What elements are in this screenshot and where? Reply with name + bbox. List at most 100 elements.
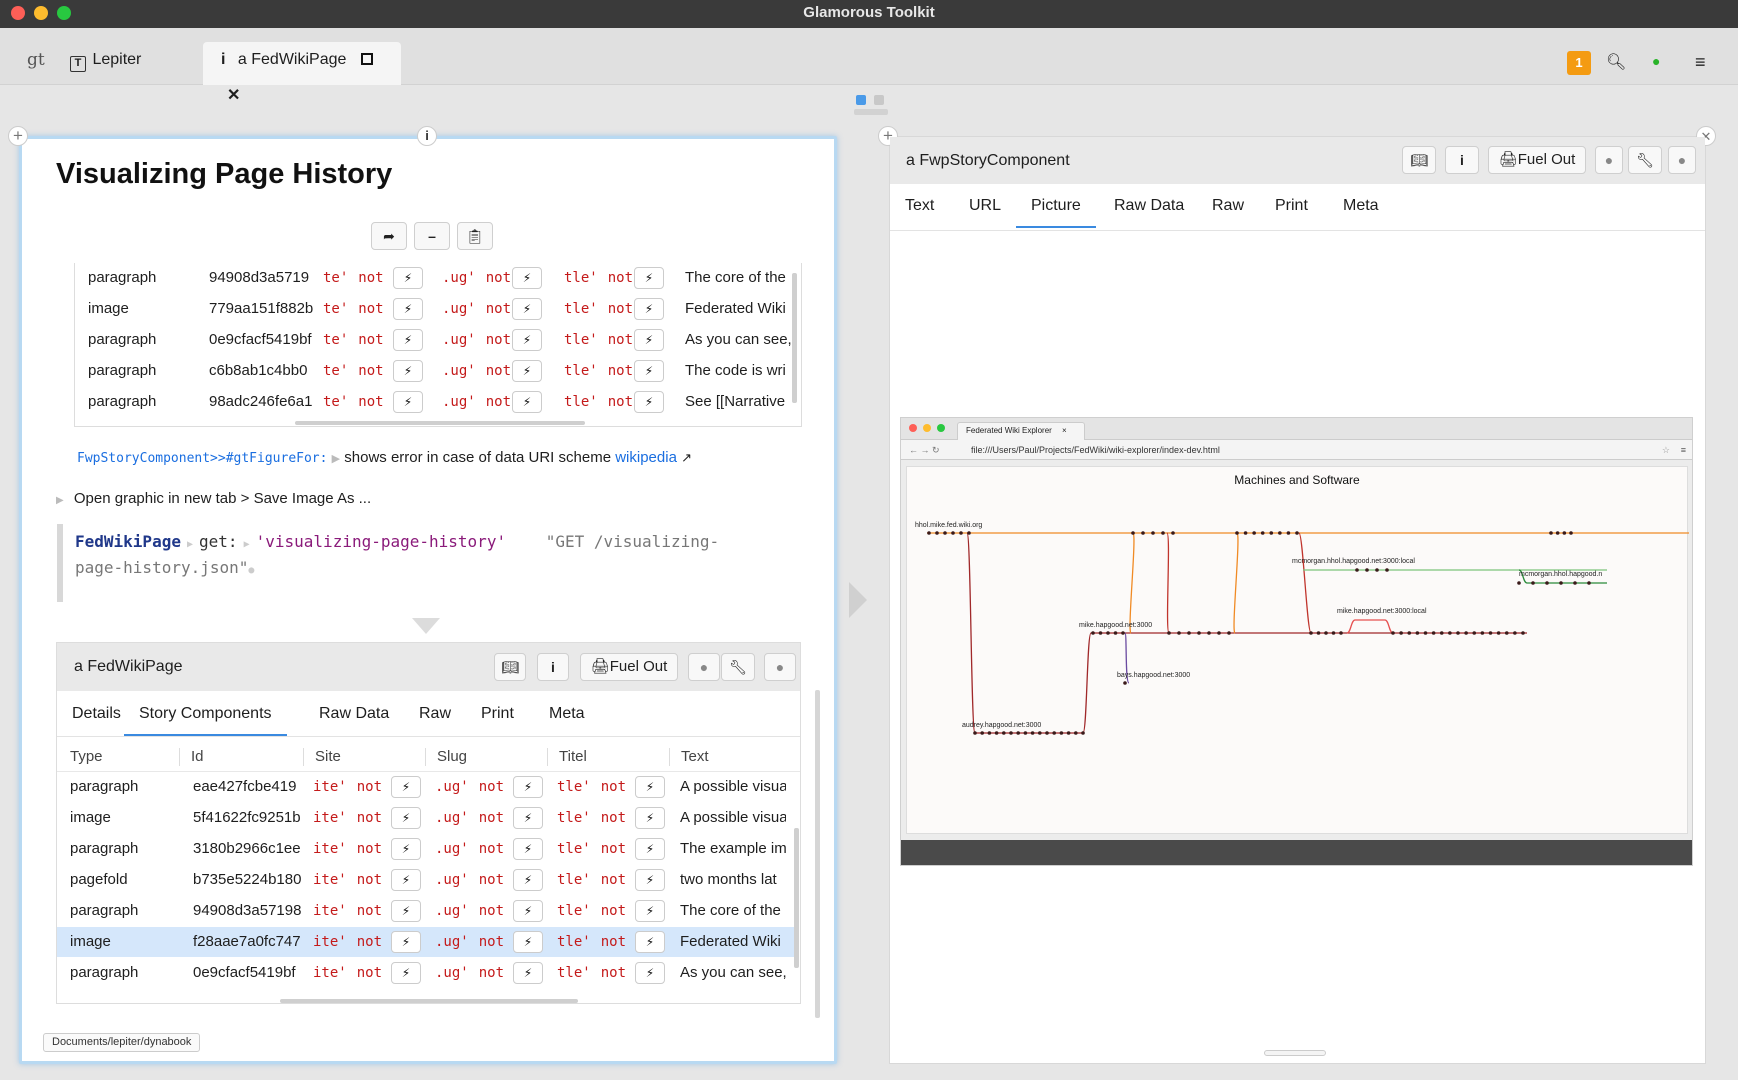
lightning-icon[interactable]: ⚡︎ <box>635 931 665 953</box>
column-header-slug[interactable]: Slug <box>437 748 467 765</box>
table-row[interactable]: image f28aae7a0fc747 ite' not ⚡︎ .ug' not ⚡︎ tle… <box>57 927 794 957</box>
bullet-triangle-icon[interactable]: ▶ <box>56 495 64 506</box>
collapse-icon[interactable]: – <box>414 222 450 250</box>
lightning-icon[interactable]: ⚡︎ <box>635 807 665 829</box>
column-header-text[interactable]: Text <box>681 748 709 765</box>
column-divider[interactable] <box>303 748 304 766</box>
column-header-type[interactable]: Type <box>70 748 103 765</box>
tab-lepiter[interactable]: T Lepiter <box>70 46 141 86</box>
wrench-icon-right[interactable]: 🔧︎ <box>1628 146 1662 174</box>
lightning-icon[interactable]: ⚡︎ <box>634 329 664 351</box>
table-row[interactable]: paragraph 98adc246fe6a1 te' not ⚡︎ .ug' not ⚡︎ t… <box>75 387 791 417</box>
lightning-icon[interactable]: ⚡︎ <box>391 807 421 829</box>
code-snippet[interactable]: FedWikiPage ▶ get: ▶ 'visualizing-page-h… <box>75 530 795 582</box>
path-badge[interactable]: Documents/lepiter/dynabook <box>43 1033 201 1052</box>
lightning-icon[interactable]: ⚡︎ <box>513 776 543 798</box>
table-row[interactable]: paragraph 94908d3a57198 ite' not ⚡︎ .ug' not ⚡︎… <box>57 896 794 926</box>
minimize-window-button[interactable] <box>34 6 48 20</box>
lightning-icon[interactable]: ⚡︎ <box>635 776 665 798</box>
lightning-icon[interactable]: ⚡︎ <box>513 962 543 984</box>
lightning-icon[interactable]: ⚡︎ <box>635 869 665 891</box>
tab-url[interactable]: URL <box>969 184 1001 228</box>
lightning-icon[interactable]: ⚡︎ <box>393 329 423 351</box>
lightning-icon[interactable]: ⚡︎ <box>391 900 421 922</box>
horizontal-scrollbar[interactable] <box>295 421 585 425</box>
external-link-icon[interactable]: ↗ <box>681 450 692 465</box>
lightning-icon[interactable]: ⚡︎ <box>393 360 423 382</box>
status-dot-icon[interactable]: ● <box>1652 53 1660 69</box>
column-divider[interactable] <box>179 748 180 766</box>
circle-button-icon[interactable]: ● <box>688 653 720 681</box>
tab-raw[interactable]: Raw <box>419 692 451 736</box>
lightning-icon[interactable]: ⚡︎ <box>513 807 543 829</box>
lightning-icon[interactable]: ⚡︎ <box>635 962 665 984</box>
lightning-icon[interactable]: ⚡︎ <box>513 869 543 891</box>
picture-view[interactable]: Federated Wiki Explorer × ← → ↻ file:///… <box>900 417 1693 866</box>
lightning-icon[interactable]: ⚡︎ <box>634 360 664 382</box>
maximize-tab-icon[interactable] <box>360 53 373 65</box>
pager-dot-2[interactable] <box>874 95 884 105</box>
tab-raw-data[interactable]: Raw Data <box>1114 184 1184 228</box>
table-row[interactable]: paragraph 3180b2966c1ee ite' not ⚡︎ .ug' not ⚡︎… <box>57 834 794 864</box>
wikipedia-link[interactable]: wikipedia <box>615 449 677 466</box>
tab-raw[interactable]: Raw <box>1212 184 1244 228</box>
inspector-v-scrollbar[interactable] <box>794 828 799 968</box>
table-row[interactable]: pagefold b735e5224b180 ite' not ⚡︎ .ug' not ⚡︎ t… <box>57 865 794 895</box>
vertical-scrollbar[interactable] <box>792 273 797 403</box>
resize-handle[interactable] <box>1264 1050 1326 1056</box>
tab-raw-data[interactable]: Raw Data <box>319 692 389 736</box>
method-link[interactable]: FwpStoryComponent>>#gtFigureFor: <box>77 451 327 466</box>
lightning-icon[interactable]: ⚡︎ <box>512 298 542 320</box>
evaluate-icon[interactable]: ➦ <box>371 222 407 250</box>
clipboard-icon[interactable]: 📋︎ <box>457 222 493 250</box>
lightning-icon[interactable]: ⚡︎ <box>391 962 421 984</box>
tab-picture[interactable]: Picture <box>1016 184 1096 228</box>
lightning-icon[interactable]: ⚡︎ <box>513 838 543 860</box>
pane-expand-arrow-icon[interactable] <box>849 582 867 618</box>
table-row[interactable]: paragraph 0e9cfacf5419bf ite' not ⚡︎ .ug' not ⚡… <box>57 958 794 988</box>
circle-button-icon-2[interactable]: ● <box>764 653 796 681</box>
search-icon[interactable]: 🔍︎ <box>1606 52 1626 72</box>
table-row[interactable]: paragraph eae427fcbe419 ite' not ⚡︎ .ug' not ⚡︎… <box>57 772 794 802</box>
zoom-window-button[interactable] <box>57 6 71 20</box>
lightning-icon[interactable]: ⚡︎ <box>393 298 423 320</box>
table-row[interactable]: paragraph 0e9cfacf5419bf te' not ⚡︎ .ug' not ⚡︎… <box>75 325 791 355</box>
tab-meta[interactable]: Meta <box>1343 184 1379 228</box>
lightning-icon[interactable]: ⚡︎ <box>393 391 423 413</box>
tab-print[interactable]: Print <box>481 692 514 736</box>
lightning-icon[interactable]: ⚡︎ <box>634 267 664 289</box>
column-divider[interactable] <box>547 748 548 766</box>
lightning-icon[interactable]: ⚡︎ <box>634 298 664 320</box>
lightning-icon[interactable]: ⚡︎ <box>513 931 543 953</box>
inspect-icon[interactable]: i <box>537 653 569 681</box>
tab-details[interactable]: Details <box>72 692 121 736</box>
add-pane-left-icon[interactable]: + <box>8 126 28 146</box>
column-header-id[interactable]: Id <box>191 748 204 765</box>
column-divider[interactable] <box>669 748 670 766</box>
circle-button-right-icon-2[interactable]: ● <box>1668 146 1696 174</box>
column-header-site[interactable]: Site <box>315 748 341 765</box>
close-window-button[interactable] <box>11 6 25 20</box>
column-header-titel[interactable]: Titel <box>559 748 587 765</box>
tab-story-components[interactable]: Story Components <box>124 692 287 736</box>
fuel-out-button[interactable]: 🖨︎Fuel Out <box>580 653 678 681</box>
book-icon[interactable]: 📖︎ <box>494 653 526 681</box>
table-row[interactable]: paragraph c6b8ab1c4bb0 te' not ⚡︎ .ug' not ⚡︎ tl… <box>75 356 791 386</box>
lightning-icon[interactable]: ⚡︎ <box>391 776 421 798</box>
lightning-icon[interactable]: ⚡︎ <box>635 900 665 922</box>
circle-button-right-icon[interactable]: ● <box>1595 146 1623 174</box>
lightning-icon[interactable]: ⚡︎ <box>391 869 421 891</box>
lightning-icon[interactable]: ⚡︎ <box>635 838 665 860</box>
lightning-icon[interactable]: ⚡︎ <box>513 900 543 922</box>
lightning-icon[interactable]: ⚡︎ <box>512 360 542 382</box>
lightning-icon[interactable]: ⚡︎ <box>512 329 542 351</box>
lightning-icon[interactable]: ⚡︎ <box>391 931 421 953</box>
result-triangle-icon[interactable] <box>412 618 440 634</box>
tab-meta[interactable]: Meta <box>549 692 585 736</box>
tab-text[interactable]: Text <box>905 184 934 228</box>
fuel-out-button-right[interactable]: 🖨︎Fuel Out <box>1488 146 1586 174</box>
page-info-icon[interactable]: i <box>417 126 437 146</box>
column-divider[interactable] <box>425 748 426 766</box>
close-tab-icon[interactable]: ✕ <box>227 87 240 104</box>
notification-badge[interactable]: 1 <box>1567 51 1591 75</box>
